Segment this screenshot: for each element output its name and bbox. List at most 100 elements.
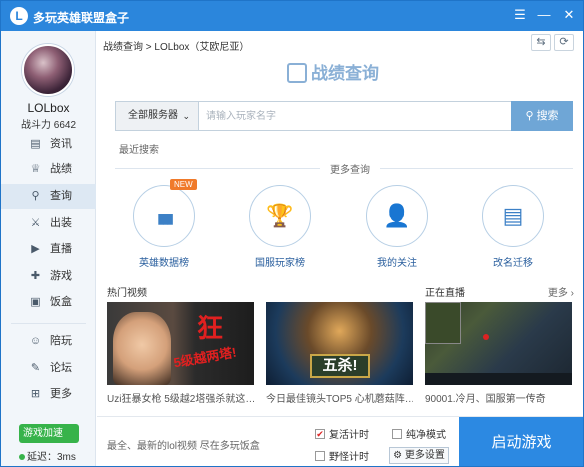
query-item-label: 改名迁移	[493, 258, 533, 269]
more-grid-icon: ⊞	[30, 388, 41, 400]
checkbox-checked-icon: ✔	[315, 429, 325, 440]
sidebar: LOLbox 战斗力 6642 ▤ 资讯 ♕ 战绩 ⚲ 查询 ⚔ 出装 ▶ 直播 ✚ 游戏 …	[1, 31, 96, 466]
recent-searches-label: 最近搜索	[119, 145, 159, 156]
rename-migrate-link[interactable]: ▤ 改名迁移	[473, 185, 553, 269]
video-thumbnail[interactable]: 五杀!	[266, 302, 413, 385]
game-accelerate-button[interactable]: 游戏加速	[19, 424, 79, 443]
hot-videos-title: 热门视频	[107, 288, 147, 299]
live-icon: ▶	[31, 243, 40, 255]
checkbox-label: 野怪计时	[329, 452, 369, 463]
gamepad-icon: ✚	[30, 270, 41, 282]
more-settings-button[interactable]: ⚙ 更多设置	[389, 447, 449, 464]
sidebar-item-more[interactable]: ⊞ 更多	[1, 382, 96, 407]
live-stream-thumbnail[interactable]	[425, 302, 572, 385]
thumbnail-text: 五杀!	[310, 354, 370, 378]
checkbox-icon	[315, 451, 325, 462]
launch-game-button[interactable]: 启动游戏	[459, 417, 583, 466]
champion-marker	[483, 334, 489, 340]
sidebar-item-equipment[interactable]: ⚔ 出装	[1, 211, 96, 236]
more-live-link[interactable]: 更多 ›	[548, 284, 574, 299]
query-item-label: 英雄数据榜	[139, 258, 189, 269]
thumbnail-text: 狂	[197, 313, 224, 343]
checkbox-label: 纯净模式	[406, 430, 446, 441]
sidebar-item-label: 论坛	[50, 362, 72, 374]
search-bar: 全部服务器 ⌄ ⚲ 搜索	[115, 101, 573, 131]
menu-icon[interactable]: ☰	[511, 6, 529, 24]
sidebar-item-forum[interactable]: ✎ 论坛	[1, 356, 96, 381]
hero-data-rank-link[interactable]: ▮▮▮ NEW 英雄数据榜	[124, 179, 204, 269]
search-button-label: 搜索	[536, 110, 559, 122]
sidebar-item-games[interactable]: ✚ 游戏	[1, 264, 96, 289]
video-thumbnail[interactable]: 狂 5级越两塔!	[107, 302, 254, 385]
player-face-image	[113, 312, 171, 385]
bar-chart-icon: ▮▮▮	[133, 185, 195, 247]
new-badge: NEW	[170, 179, 197, 190]
minimap-image	[425, 302, 461, 344]
user-power: 战斗力 6642	[20, 120, 77, 131]
search-icon: ⚲	[525, 110, 537, 122]
record-search-icon	[287, 62, 307, 83]
app-window: L 多玩英雄联盟盒子 ☰ — ✕ LOLbox 战斗力 6642 ▤ 资讯 ♕ 战绩…	[0, 0, 584, 467]
equipment-icon: ⚔	[30, 217, 41, 229]
page-title-text: 战绩查询	[311, 64, 379, 83]
news-icon: ▤	[30, 138, 41, 150]
trophy-cup-icon: 🏆	[249, 185, 311, 247]
sidebar-item-label: 陪玩	[50, 335, 72, 347]
my-follow-link[interactable]: 👤 我的关注	[357, 185, 437, 269]
sidebar-item-live[interactable]: ▶ 直播	[1, 237, 96, 262]
server-select-value: 全部服务器	[128, 110, 178, 121]
sidebar-item-label: 战绩	[50, 163, 72, 175]
bottom-bar: 最全、最新的lol视频 尽在多玩饭盒 ✔ 复活计时 野怪计时 纯净模式 ⚙ 更多设…	[97, 416, 583, 466]
share-icon[interactable]: ⇆	[531, 34, 551, 51]
more-query-divider: 更多查询	[115, 161, 573, 176]
avatar[interactable]	[22, 44, 74, 96]
video-box-icon: ▣	[30, 296, 41, 308]
chevron-down-icon: ⌄	[182, 111, 190, 121]
sidebar-item-label: 资讯	[50, 138, 72, 150]
server-player-rank-link[interactable]: 🏆 国服玩家榜	[240, 185, 320, 269]
video-caption[interactable]: Uzi狂暴女枪 5级越2塔强杀就这…	[107, 390, 254, 405]
sidebar-item-companion[interactable]: ☺ 陪玩	[1, 329, 96, 354]
player-search-input[interactable]	[206, 102, 496, 130]
sidebar-item-label: 饭盒	[50, 296, 72, 308]
revive-timer-checkbox[interactable]: ✔ 复活计时	[315, 426, 369, 441]
divider-line	[380, 168, 573, 169]
sidebar-item-news[interactable]: ▤ 资讯	[1, 132, 96, 157]
sidebar-item-label: 出装	[50, 217, 72, 229]
pure-mode-checkbox[interactable]: 纯净模式	[392, 426, 446, 441]
document-icon: ▤	[482, 185, 544, 247]
sidebar-divider	[11, 323, 86, 324]
page-title: 战绩查询	[287, 59, 379, 85]
checkbox-label: 复活计时	[329, 430, 369, 441]
thumbnail-text: 5级越两塔!	[172, 344, 238, 371]
jungle-timer-checkbox[interactable]: 野怪计时	[315, 448, 369, 463]
refresh-icon[interactable]: ⟳	[554, 34, 574, 51]
user-add-icon: 👤	[366, 185, 428, 247]
query-item-label: 我的关注	[377, 258, 417, 269]
latency-indicator: 延迟：3ms	[19, 448, 76, 463]
close-icon[interactable]: ✕	[560, 6, 578, 24]
video-caption[interactable]: 今日最佳镜头TOP5 心机蘑菇阵…	[266, 390, 413, 405]
trophy-icon: ♕	[30, 163, 41, 175]
main-panel: 战绩查询 > LOLbox（艾欧尼亚） ⇆⟳ 战绩查询 全部服务器⌄ ⚲ 搜索 …	[97, 31, 583, 466]
game-hud-image	[425, 373, 572, 385]
checkbox-icon	[392, 429, 402, 440]
sidebar-item-label: 直播	[50, 243, 72, 255]
app-title: 多玩英雄联盟盒子	[33, 11, 130, 25]
minimize-icon[interactable]: —	[535, 6, 553, 24]
live-caption[interactable]: 90001.冷月、国服第一传奇	[425, 390, 572, 405]
server-select[interactable]: 全部服务器 ⌄	[116, 102, 199, 130]
gear-icon: ⚙	[393, 450, 405, 461]
companion-icon: ☺	[29, 335, 42, 347]
search-button[interactable]: ⚲ 搜索	[511, 101, 573, 131]
sidebar-item-fanhe[interactable]: ▣ 饭盒	[1, 290, 96, 315]
title-bar: L 多玩英雄联盟盒子 ☰ — ✕	[1, 1, 583, 31]
app-logo-icon: L	[10, 7, 28, 25]
query-item-label: 国服玩家榜	[255, 258, 305, 269]
sidebar-item-record[interactable]: ♕ 战绩	[1, 157, 96, 182]
sidebar-item-query[interactable]: ⚲ 查询	[1, 184, 96, 209]
status-dot-icon	[19, 454, 25, 460]
latency-text: 延迟：3ms	[27, 452, 76, 463]
forum-icon: ✎	[30, 362, 41, 374]
more-query-title: 更多查询	[320, 161, 380, 176]
